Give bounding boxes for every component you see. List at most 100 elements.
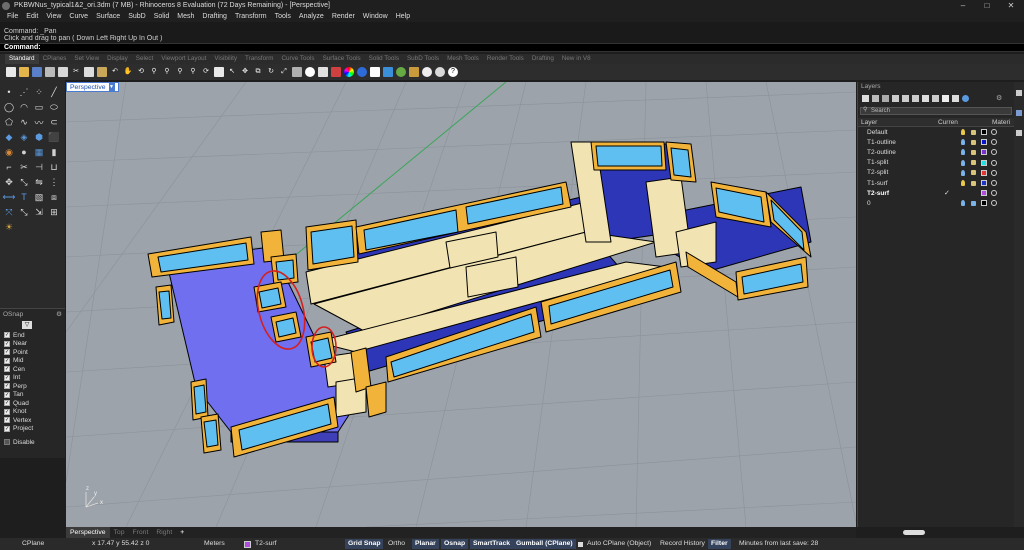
tab-cplanes[interactable]: CPlanes (39, 54, 71, 64)
undo-view-icon[interactable]: ⟳ (201, 67, 211, 77)
checkbox[interactable]: ✓ (4, 425, 10, 432)
osnap-item[interactable]: ✓ Project (0, 425, 65, 434)
rotate-view-icon[interactable]: ⟲ (136, 67, 146, 77)
gumball-toggle[interactable]: Gumball (CPlane) (513, 539, 576, 549)
menu-view[interactable]: View (42, 11, 65, 22)
material-circle-icon[interactable] (991, 129, 997, 136)
pan-hand-icon[interactable]: ✋ (123, 67, 133, 77)
environment-icon[interactable] (383, 67, 393, 77)
layer-color-swatch[interactable] (981, 180, 987, 187)
offset-curve-icon[interactable]: ⊂ (48, 116, 60, 128)
status-units[interactable]: Meters (204, 538, 225, 550)
layer-row-t2-surf[interactable]: T2-surf ✓ (858, 188, 1014, 198)
array-icon[interactable]: ⋮ (48, 176, 60, 188)
distance-icon[interactable]: ⤡ (18, 206, 30, 218)
move-down-icon[interactable] (902, 94, 909, 102)
layer-row-default[interactable]: Default (858, 127, 1014, 137)
perspective-viewport[interactable]: z x y Perspective ▼ (66, 82, 856, 527)
auto-cplane-label[interactable]: Auto CPlane (Object) (587, 538, 651, 550)
cut-icon[interactable]: ✂ (71, 67, 81, 77)
planar-toggle[interactable]: Planar (412, 539, 439, 549)
lightbulb-icon[interactable] (961, 159, 965, 166)
menu-analyze[interactable]: Analyze (295, 11, 328, 22)
help-icon[interactable]: ? (448, 67, 458, 77)
hatch-icon[interactable]: ▧ (33, 191, 45, 203)
lock-icon[interactable] (971, 170, 976, 176)
select-points-icon[interactable]: ⁘ (33, 86, 45, 98)
help-icon[interactable] (962, 94, 969, 102)
ellipse-icon[interactable]: ⬭ (48, 101, 60, 113)
ortho-toggle[interactable]: Ortho (388, 538, 405, 550)
surface-icon[interactable]: ◈ (18, 131, 30, 143)
menu-file[interactable]: File (3, 11, 22, 22)
tab-drafting[interactable]: Drafting (528, 54, 558, 64)
viewport-canvas[interactable] (66, 82, 856, 527)
boolean-icon[interactable]: ◉ (3, 146, 15, 158)
tab-subd-tools[interactable]: SubD Tools (403, 54, 443, 64)
undo-icon[interactable]: ↶ (110, 67, 120, 77)
freeform-icon[interactable]: 〰 (33, 116, 45, 128)
layer-row-t2-split[interactable]: T2-split (858, 168, 1014, 178)
layer-tools-icon[interactable] (952, 94, 959, 102)
analyze-icon[interactable]: ⤧ (3, 206, 15, 218)
gear-icon[interactable]: ⚙ (56, 310, 62, 318)
material-circle-icon[interactable] (991, 149, 997, 156)
select-icon[interactable]: ↖ (227, 67, 237, 77)
osnap-item[interactable]: ✓ Vertex (0, 416, 65, 425)
material-circle-icon[interactable] (991, 159, 997, 166)
split-icon[interactable]: ⊣ (33, 161, 45, 173)
layer-color-swatch[interactable] (981, 149, 987, 156)
arc-icon[interactable]: ◠ (18, 101, 30, 113)
material-circle-icon[interactable] (991, 180, 997, 187)
copy-icon[interactable] (84, 67, 94, 77)
display-panel-icon[interactable] (1016, 130, 1022, 136)
menu-drafting[interactable]: Drafting (198, 11, 231, 22)
tab-viewport-layout[interactable]: Viewport Layout (157, 54, 210, 64)
properties-panel-icon[interactable] (1016, 90, 1022, 96)
lightbulb-icon[interactable] (961, 149, 965, 156)
checkbox[interactable]: ✓ (4, 340, 10, 347)
lock-icon[interactable] (971, 129, 976, 135)
osnap-item[interactable]: ✓ Quad (0, 399, 65, 408)
copy-object-icon[interactable]: ⧉ (253, 67, 263, 77)
view-tab-front[interactable]: Front (128, 527, 152, 538)
checkbox[interactable]: ✓ (4, 417, 10, 424)
lock-objects-icon[interactable] (305, 67, 315, 77)
lock-icon[interactable] (971, 149, 976, 155)
tab-visibility[interactable]: Visibility (210, 54, 241, 64)
tab-solid-tools[interactable]: Solid Tools (365, 54, 403, 64)
fillet-icon[interactable]: ⌐ (3, 161, 15, 173)
extrude-icon[interactable]: ◆ (3, 131, 15, 143)
menu-surface[interactable]: Surface (92, 11, 124, 22)
chevron-down-icon[interactable]: ▼ (108, 83, 115, 91)
checkbox[interactable]: ✓ (4, 357, 10, 364)
checkbox[interactable] (4, 439, 10, 446)
zoom-icon[interactable]: ⚲ (149, 67, 159, 77)
osnap-item[interactable]: ✓ Int (0, 374, 65, 383)
materials-icon[interactable] (396, 67, 406, 77)
column-layer[interactable]: Layer (861, 119, 877, 126)
layer-row-t2-outline[interactable]: T2-outline (858, 147, 1014, 157)
render-sphere-icon[interactable] (357, 67, 367, 77)
osnap-item[interactable]: ✓ Point (0, 348, 65, 357)
record-history-toggle[interactable]: Record History (660, 538, 705, 550)
zoom-selected-icon[interactable]: ⚲ (188, 67, 198, 77)
menu-render[interactable]: Render (328, 11, 359, 22)
layer-parent-icon[interactable] (912, 94, 919, 102)
view-tab-perspective[interactable]: Perspective (66, 527, 110, 538)
line-icon[interactable]: ╱ (48, 86, 60, 98)
layers-search-input[interactable]: ⚲ Search (860, 107, 1012, 115)
menu-subd[interactable]: SubD (124, 11, 150, 22)
checkbox[interactable]: ✓ (4, 349, 10, 356)
point-icon[interactable]: • (3, 86, 15, 98)
options-icon[interactable] (435, 67, 445, 77)
mirror-icon[interactable]: ⇋ (33, 176, 45, 188)
osnap-item[interactable]: ✓ Perp (0, 382, 65, 391)
close-button[interactable]: ✕ (1000, 0, 1022, 11)
layer-row-t1-outline[interactable]: T1-outline (858, 137, 1014, 147)
layer-color-swatch[interactable] (981, 129, 987, 136)
checkbox[interactable]: ✓ (4, 366, 10, 373)
view-tab-right[interactable]: Right (152, 527, 176, 538)
osnap-item[interactable]: ✓ End (0, 331, 65, 340)
layer-color-swatch[interactable] (981, 139, 987, 146)
